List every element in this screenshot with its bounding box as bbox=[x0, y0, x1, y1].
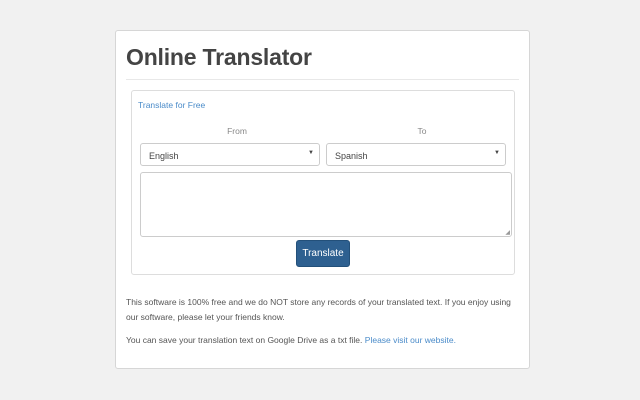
from-language-value: English bbox=[149, 151, 179, 161]
info-text: This software is 100% free and we do NOT… bbox=[126, 297, 511, 322]
to-language-select[interactable]: Spanish ▼ bbox=[326, 143, 506, 166]
panel-title: Translate for Free bbox=[138, 100, 206, 110]
from-label: From bbox=[227, 126, 247, 136]
translate-panel: Translate for Free From To English ▼ Span… bbox=[131, 90, 515, 275]
translator-card: Online Translator Translate for Free Fro… bbox=[115, 30, 530, 369]
text-input[interactable]: ◢ bbox=[140, 172, 512, 237]
to-label: To bbox=[417, 126, 427, 136]
caret-down-icon: ▼ bbox=[308, 150, 314, 156]
page-title: Online Translator bbox=[126, 44, 312, 70]
from-language-select[interactable]: English ▼ bbox=[140, 143, 320, 166]
translate-button[interactable]: Translate bbox=[296, 240, 350, 267]
caret-down-icon: ▼ bbox=[494, 150, 500, 156]
save-info-text: You can save your translation text on Go… bbox=[126, 335, 363, 345]
to-language-value: Spanish bbox=[335, 151, 368, 161]
resize-handle-icon[interactable]: ◢ bbox=[505, 229, 510, 236]
website-link[interactable]: Please visit our website. bbox=[365, 335, 456, 345]
save-info: You can save your translation text on Go… bbox=[126, 333, 521, 348]
divider bbox=[126, 79, 519, 80]
